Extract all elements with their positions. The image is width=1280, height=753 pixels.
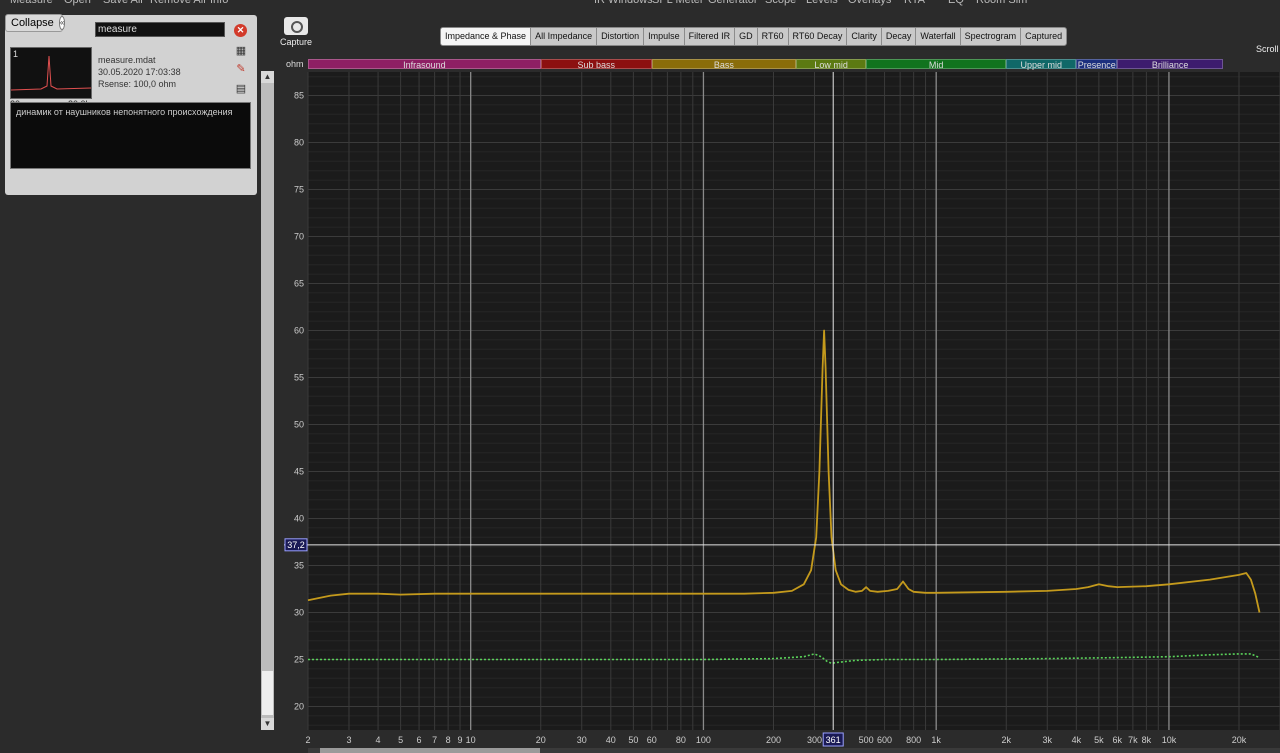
- x-tick-label: 4: [376, 735, 381, 745]
- x-tick-label: 2k: [1002, 735, 1012, 745]
- x-tick-label: 500: [859, 735, 874, 745]
- y-tick-label: 70: [294, 232, 304, 242]
- y-tick-label: 45: [294, 467, 304, 477]
- x-tick-label: 300: [807, 735, 822, 745]
- x-tick-label: 5: [398, 735, 403, 745]
- x-tick-label: 6k: [1113, 735, 1123, 745]
- y-tick-label: 60: [294, 326, 304, 336]
- x-tick-label: 8k: [1142, 735, 1152, 745]
- x-tick-label: 20: [536, 735, 546, 745]
- x-tick-label: 600: [877, 735, 892, 745]
- y-tick-label: 40: [294, 514, 304, 524]
- y-tick-label: 80: [294, 138, 304, 148]
- x-tick-label: 100: [696, 735, 711, 745]
- x-tick-label: 7: [432, 735, 437, 745]
- y-tick-label: 30: [294, 608, 304, 618]
- y-tick-label: 35: [294, 561, 304, 571]
- x-tick-label: 5k: [1094, 735, 1104, 745]
- x-tick-label: 50: [628, 735, 638, 745]
- x-tick-label: 9: [458, 735, 463, 745]
- x-tick-label: 800: [906, 735, 921, 745]
- cursor-y-value: 37,2: [287, 540, 305, 550]
- x-tick-label: 30: [577, 735, 587, 745]
- x-tick-label: 7k: [1128, 735, 1138, 745]
- impedance-chart[interactable]: 20253035404550556065707580852 3 4 5 6 7 8 9 10 20…: [0, 0, 1280, 753]
- x-tick-label: 80: [676, 735, 686, 745]
- x-tick-label: 40: [606, 735, 616, 745]
- y-tick-label: 20: [294, 702, 304, 712]
- x-tick-label: 200: [766, 735, 781, 745]
- x-tick-label: 3k: [1042, 735, 1052, 745]
- x-tick-label: 20k: [1232, 735, 1247, 745]
- x-tick-label: 10k: [1162, 735, 1177, 745]
- x-tick-label: 60: [647, 735, 657, 745]
- x-tick-label: 1k: [931, 735, 941, 745]
- x-tick-label: 10: [466, 735, 476, 745]
- y-tick-label: 65: [294, 279, 304, 289]
- x-tick-label: 6: [417, 735, 422, 745]
- y-tick-label: 85: [294, 91, 304, 101]
- y-tick-label: 75: [294, 185, 304, 195]
- y-tick-label: 25: [294, 655, 304, 665]
- y-tick-label: 55: [294, 373, 304, 383]
- x-tick-label: 4k: [1072, 735, 1082, 745]
- horizontal-scroll-thumb: [320, 748, 540, 753]
- x-tick-label: 2: [305, 735, 310, 745]
- x-tick-label: 8: [446, 735, 451, 745]
- x-tick-label: 3: [346, 735, 351, 745]
- cursor-x-value: 361: [826, 735, 841, 745]
- y-tick-label: 50: [294, 420, 304, 430]
